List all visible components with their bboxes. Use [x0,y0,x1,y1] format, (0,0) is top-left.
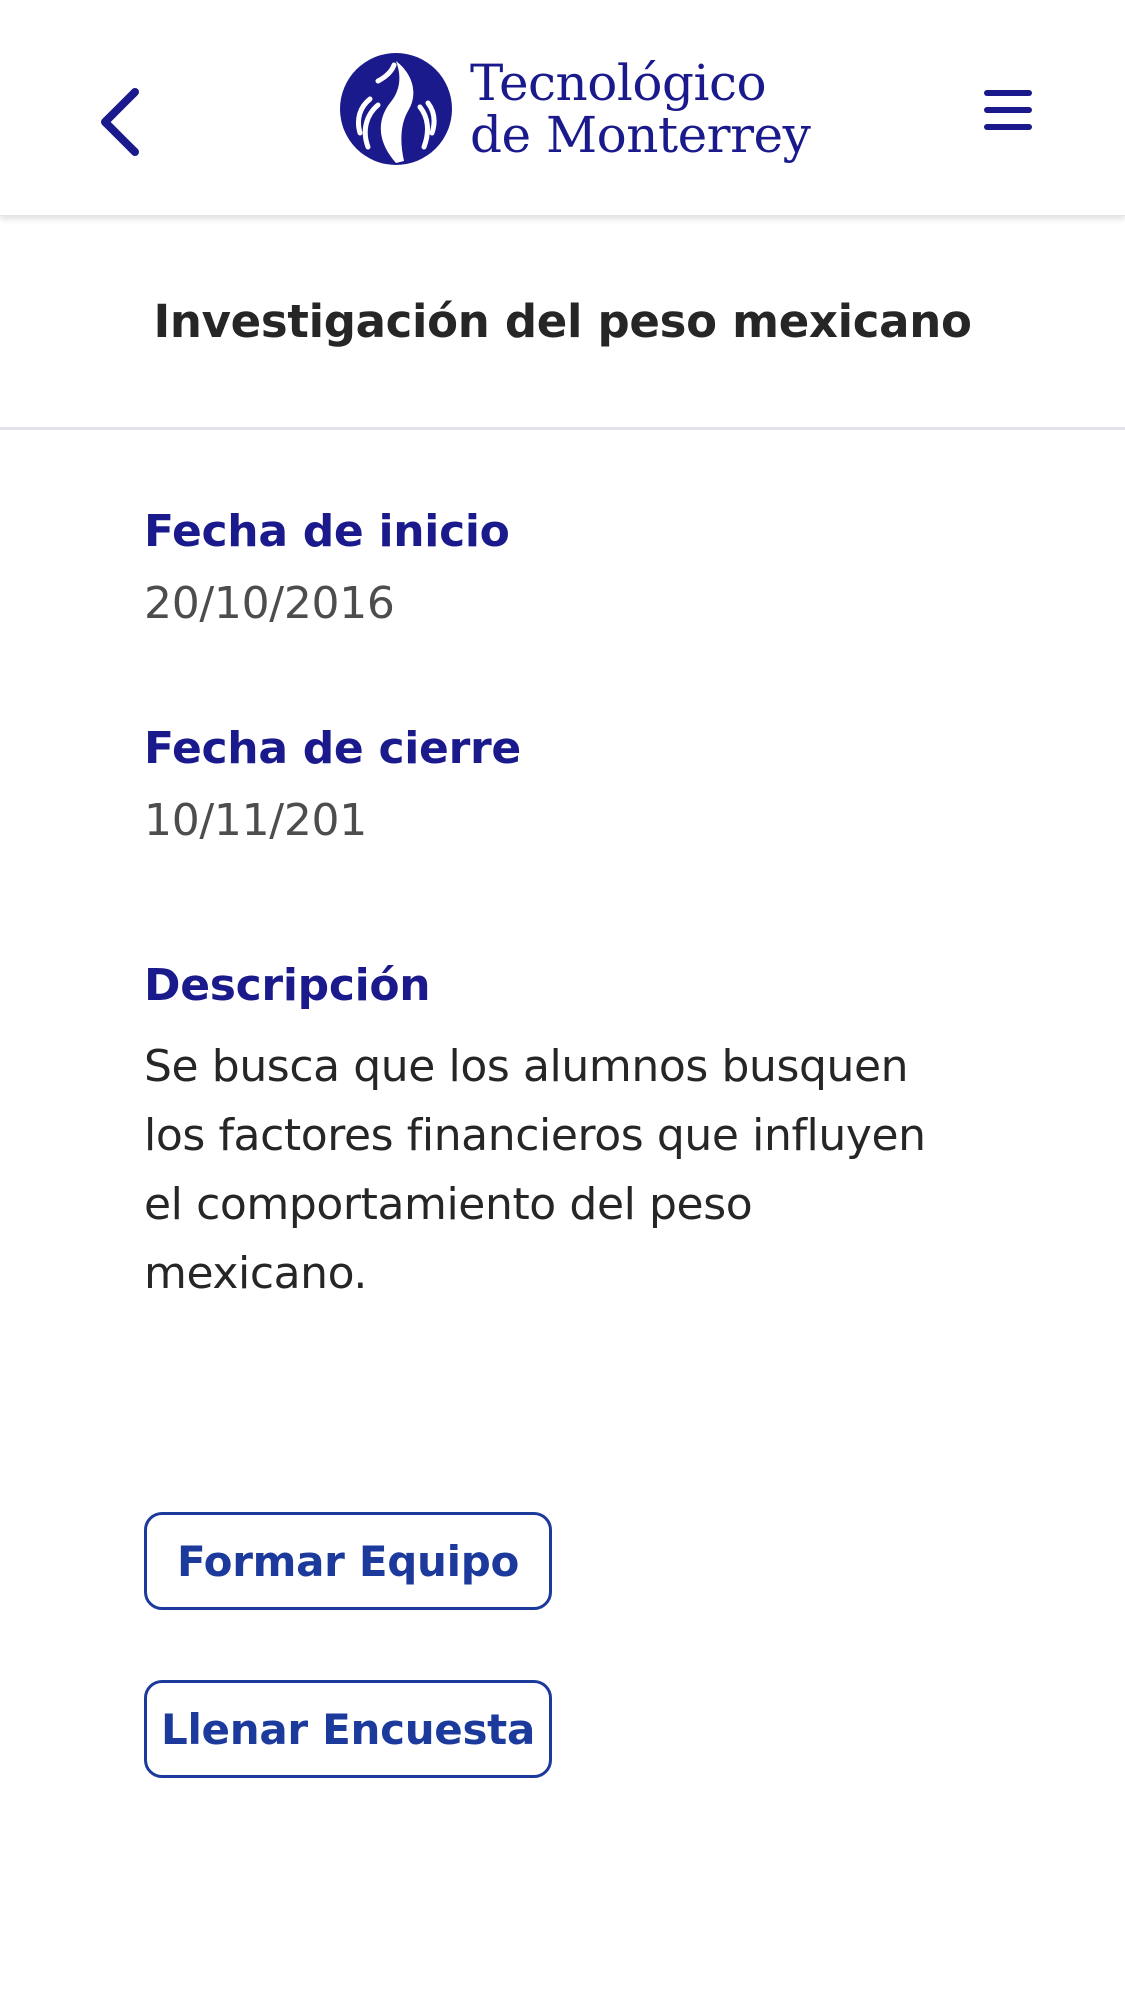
logo-wordmark: Tecnológico de Monterrey [470,54,811,164]
description-label: Descripción [144,960,431,1011]
project-detail-screen: Tecnológico de Monterrey Investigación d… [0,0,1125,2001]
hamburger-menu-icon [984,90,1032,130]
end-date-label: Fecha de cierre [144,723,521,774]
start-date-label: Fecha de inicio [144,506,510,557]
logo-line-2: de Monterrey [470,106,811,164]
app-header: Tecnológico de Monterrey [0,0,1125,216]
logo-line-1: Tecnológico [470,54,767,112]
end-date-value: 10/11/201 [144,795,367,846]
menu-button[interactable] [960,70,1056,150]
description-text: Se busca que los alumnos busquen los fac… [144,1041,926,1299]
flame-emblem-icon [340,53,452,165]
chevron-left-icon [101,88,139,156]
page-title: Investigación del peso mexicano [153,295,972,348]
back-button[interactable] [82,72,156,172]
start-date-value: 20/10/2016 [144,578,395,629]
tec-logo: Tecnológico de Monterrey [338,44,811,174]
fill-survey-button[interactable]: Llenar Encuesta [144,1680,552,1778]
title-bar: Investigación del peso mexicano [0,216,1125,430]
form-team-button[interactable]: Formar Equipo [144,1512,552,1610]
